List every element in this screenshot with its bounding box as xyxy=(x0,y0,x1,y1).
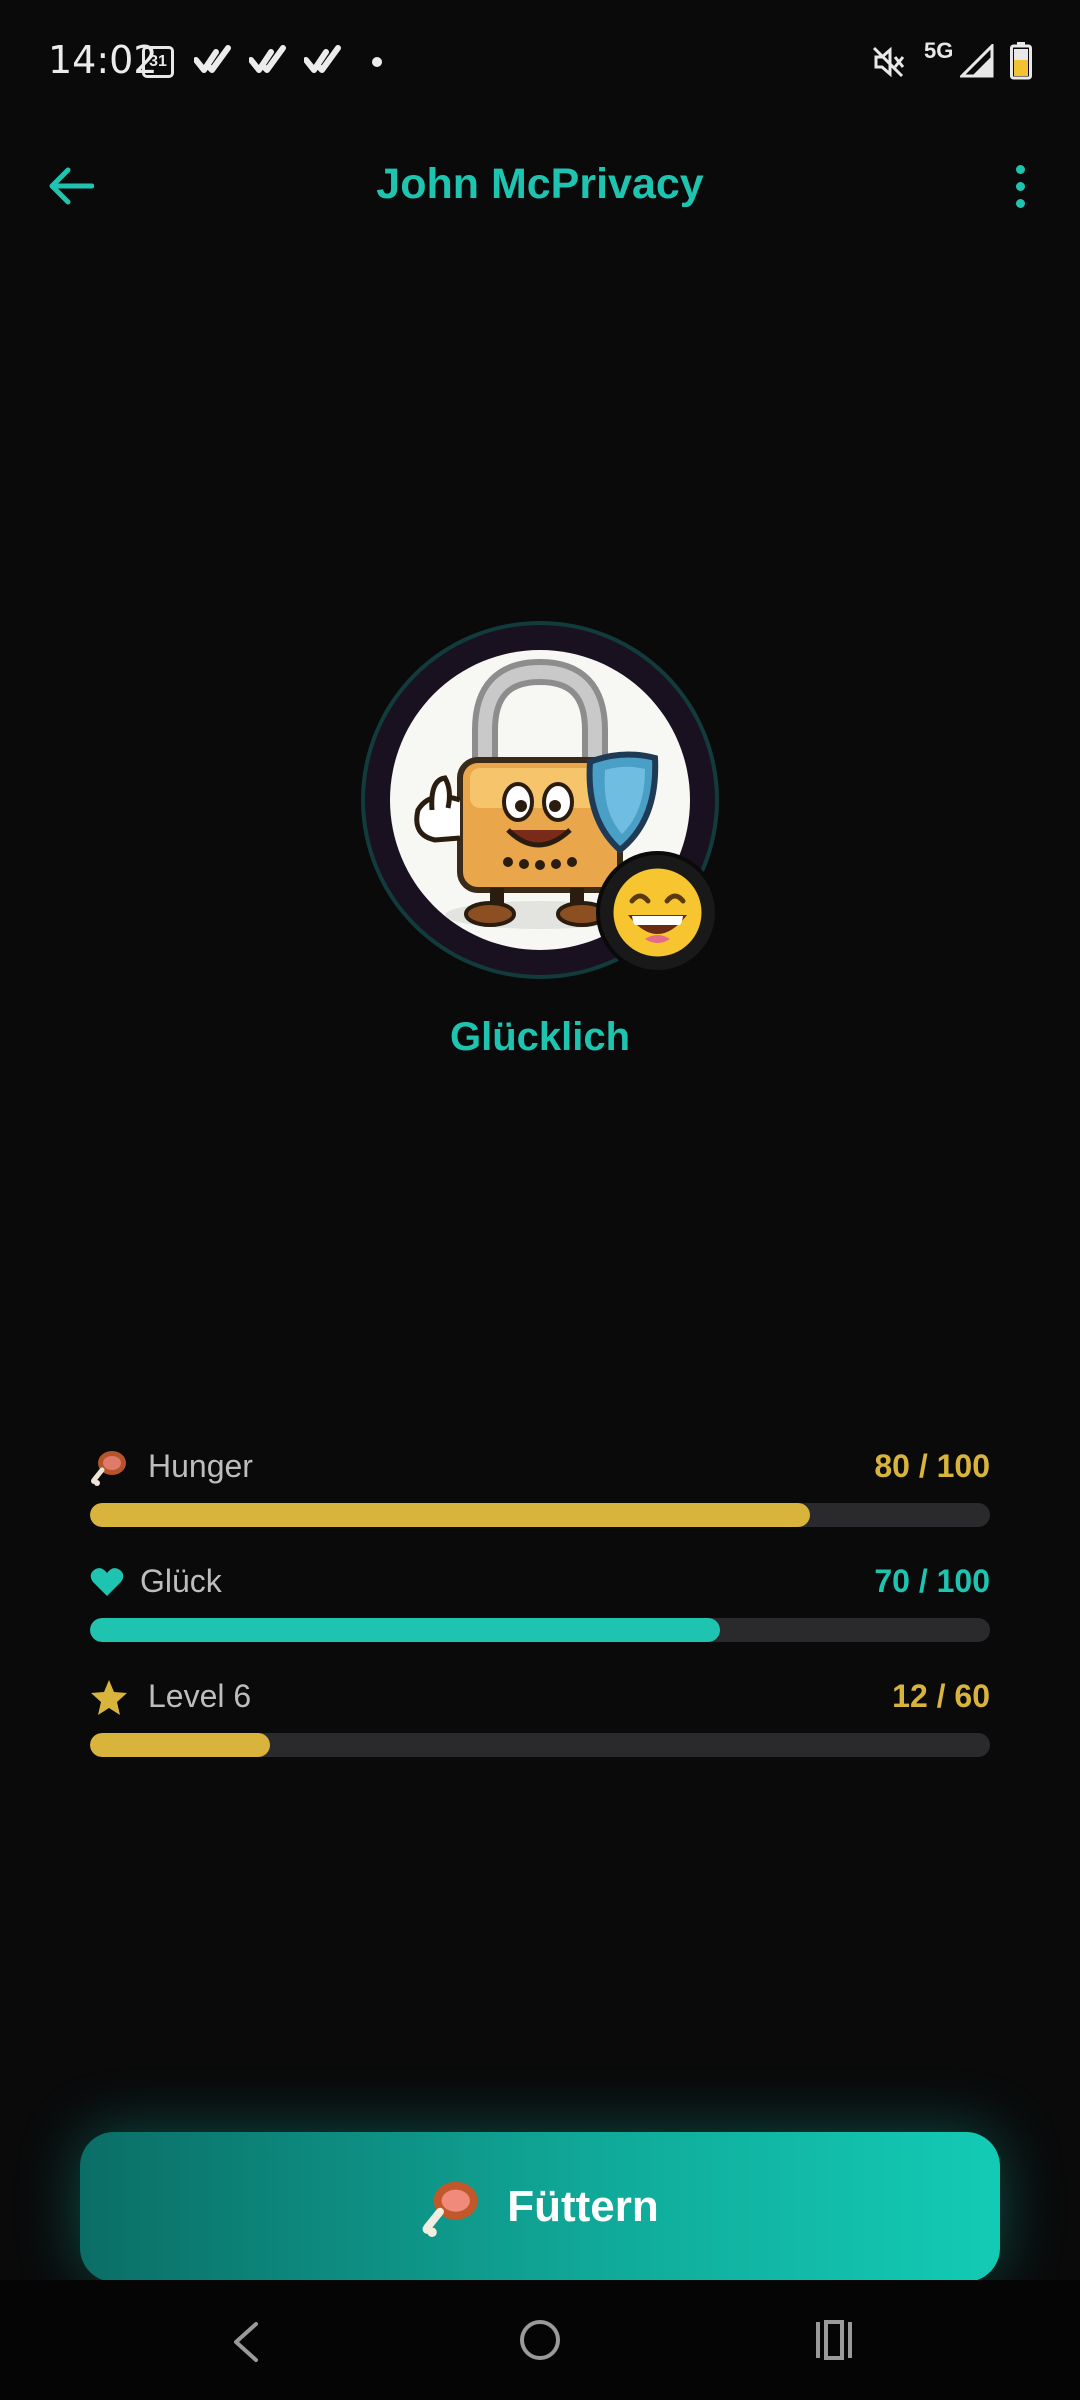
happiness-progress-fill xyxy=(90,1618,720,1642)
more-vert-icon xyxy=(1015,164,1025,174)
meat-icon xyxy=(91,1451,126,1486)
system-nav-bar xyxy=(0,2280,1080,2400)
status-bar: 14:02 31 5G xyxy=(0,0,1080,125)
level-progress-bar xyxy=(90,1733,990,1757)
happiness-label: Glück xyxy=(140,1563,222,1599)
more-vert-icon-dot xyxy=(1015,198,1025,208)
home-nav-icon[interactable] xyxy=(518,2318,562,2362)
check-icon xyxy=(194,45,231,73)
hunger-value: 80 / 100 xyxy=(874,1448,990,1484)
hunger-progress-fill xyxy=(90,1503,810,1527)
feed-button-label: Füttern xyxy=(507,2182,659,2231)
meat-icon xyxy=(422,2181,479,2237)
heart-icon xyxy=(90,1568,124,1596)
star-icon xyxy=(91,1680,127,1715)
network-type: 5G xyxy=(924,38,954,63)
grinning-face-icon xyxy=(613,868,702,957)
mood-badge xyxy=(600,855,715,970)
page-title: John McPrivacy xyxy=(376,160,704,208)
check-icon xyxy=(304,45,341,73)
back-nav-icon[interactable] xyxy=(228,2320,262,2364)
hunger-label: Hunger xyxy=(148,1448,253,1484)
mood-label: Glücklich xyxy=(449,1015,631,1059)
level-value: 12 / 60 xyxy=(892,1678,990,1714)
battery-icon xyxy=(1010,42,1032,80)
feed-button[interactable]: Füttern xyxy=(80,2132,1000,2282)
hunger-progress-bar xyxy=(90,1503,990,1527)
more-vert-icon-dot xyxy=(1015,181,1025,191)
more-options-button[interactable] xyxy=(985,151,1055,221)
dot-icon xyxy=(372,57,382,67)
happiness-progress-bar xyxy=(90,1618,990,1642)
check-icon xyxy=(249,45,286,73)
calendar-icon: 31 xyxy=(142,46,174,78)
signal-icon xyxy=(960,44,994,78)
recents-nav-icon[interactable] xyxy=(812,2320,856,2360)
calendar-day: 31 xyxy=(149,53,167,70)
happiness-value: 70 / 100 xyxy=(874,1563,990,1599)
level-label: Level 6 xyxy=(148,1678,252,1714)
level-progress-fill xyxy=(90,1733,270,1757)
mute-icon xyxy=(872,46,905,78)
